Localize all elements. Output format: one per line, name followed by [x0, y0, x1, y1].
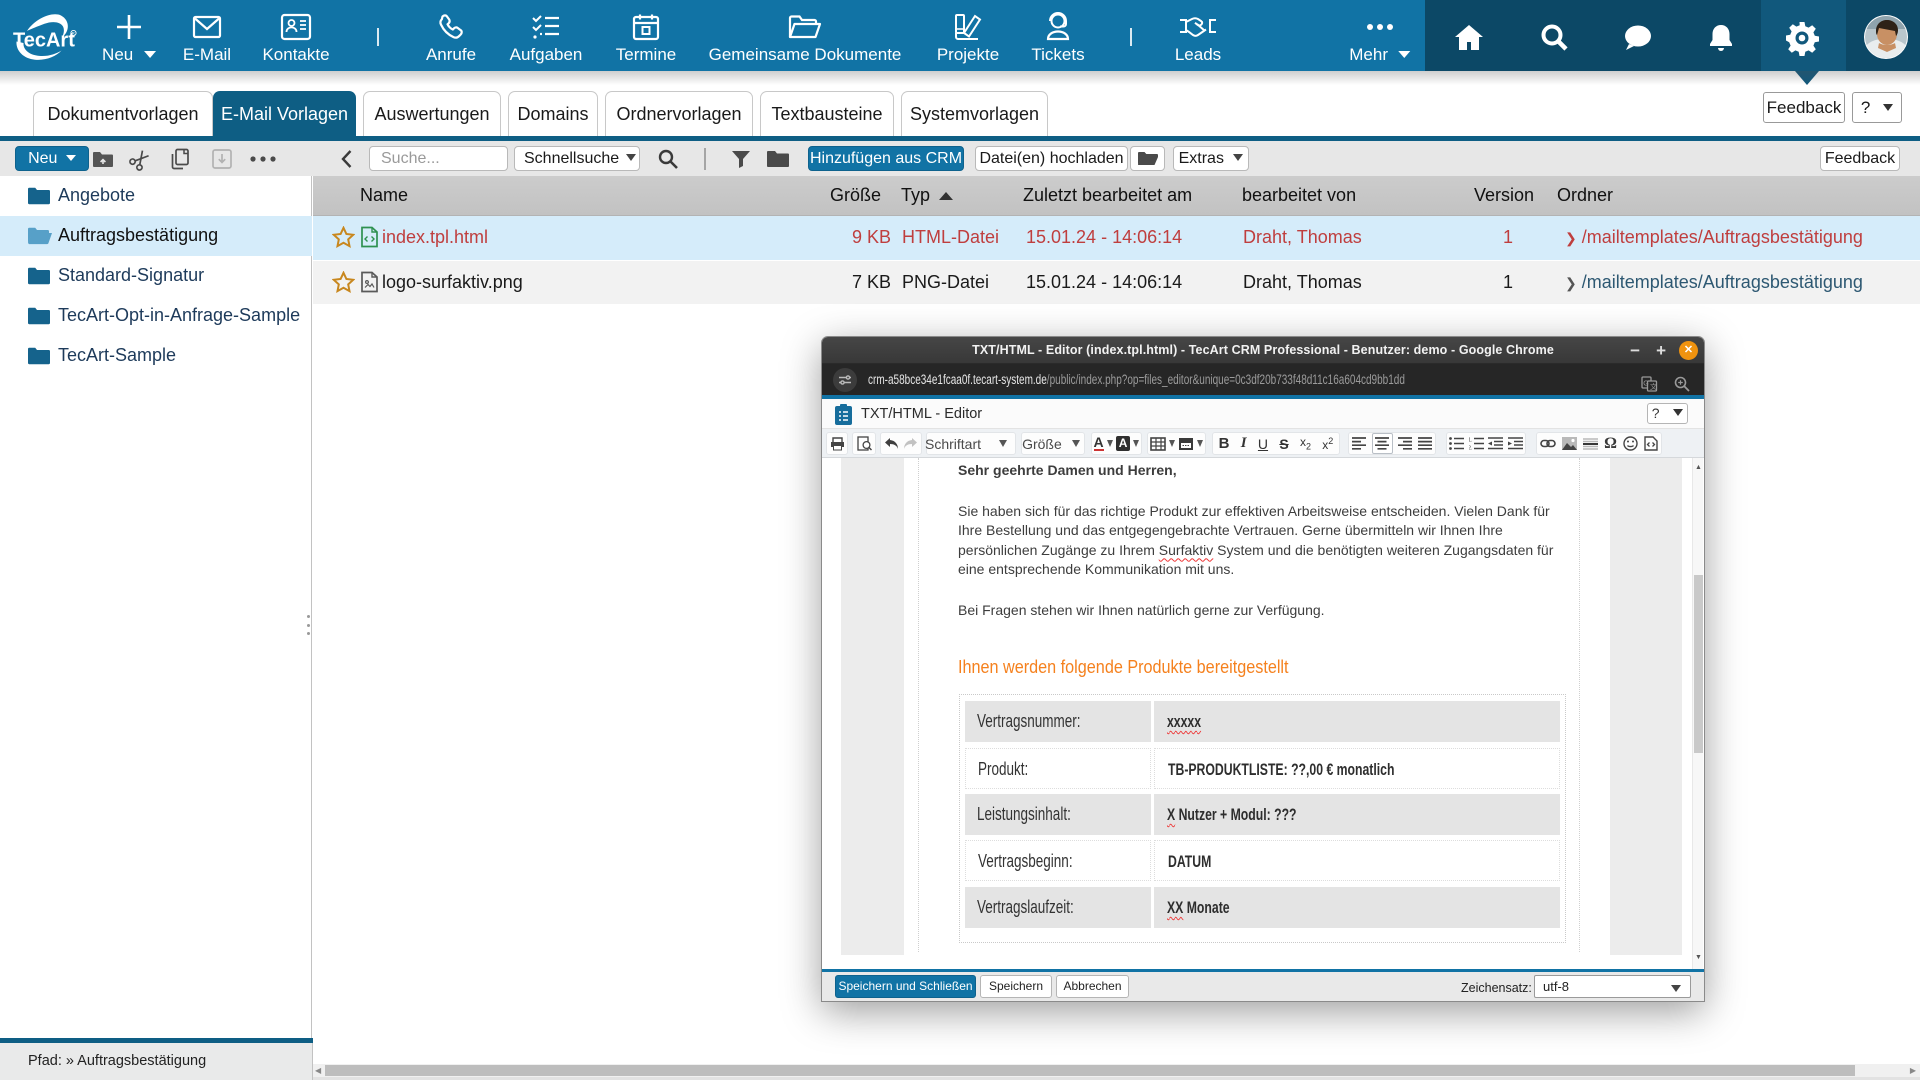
svg-text:文: 文 — [1650, 382, 1657, 391]
svg-text:G: G — [1643, 381, 1648, 388]
svg-text:1.: 1. — [1469, 438, 1473, 444]
svg-text:2.: 2. — [1469, 446, 1473, 451]
svg-text:R: R — [72, 31, 75, 36]
svg-text:TecArt: TecArt — [13, 30, 75, 52]
